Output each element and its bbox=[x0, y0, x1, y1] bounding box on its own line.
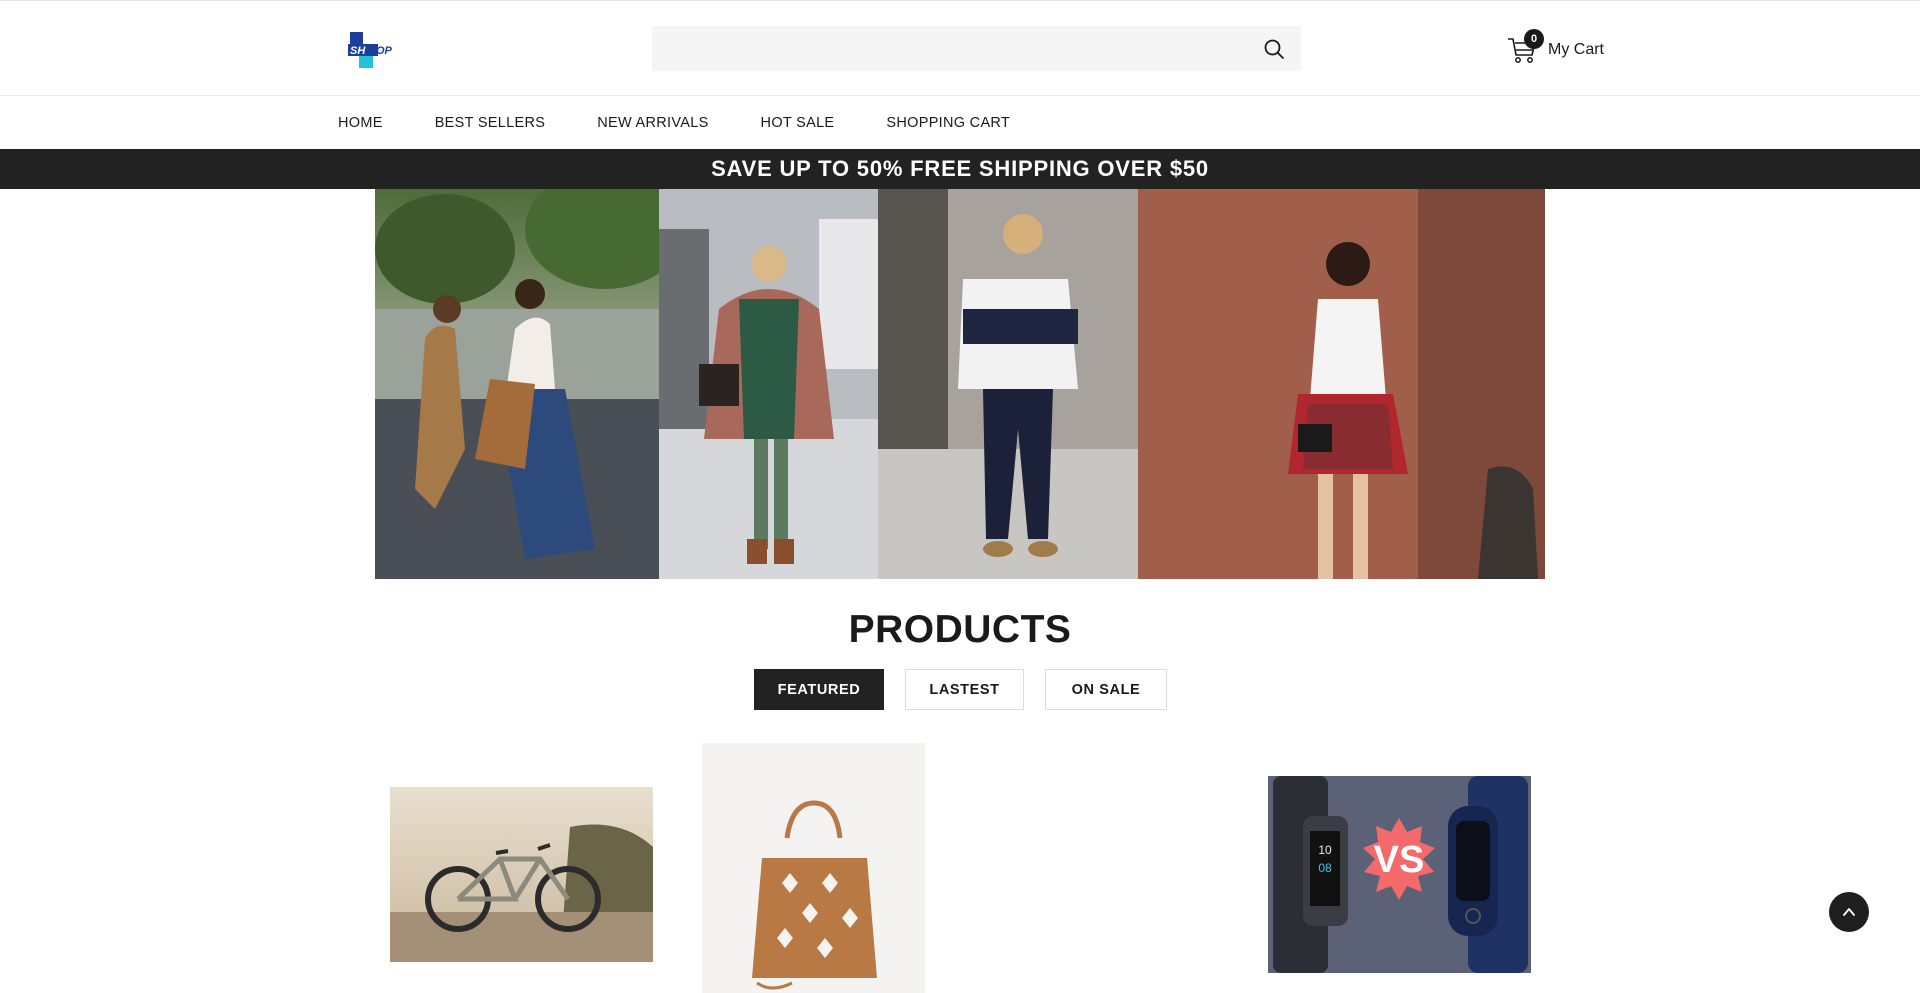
smartband-time-hour: 10 bbox=[1318, 843, 1332, 857]
hero-banner[interactable] bbox=[375, 189, 1545, 579]
logo-text-right: OP bbox=[376, 45, 393, 57]
cart-icon-wrap: 0 bbox=[1506, 29, 1544, 66]
main-nav: HOME BEST SELLERS NEW ARRIVALS HOT SALE … bbox=[0, 97, 1920, 149]
hero-photo-plaid-cape bbox=[659, 189, 878, 579]
promo-banner: SAVE UP TO 50% FREE SHIPPING OVER $50 bbox=[0, 149, 1920, 189]
shop-logo[interactable]: SH OP bbox=[346, 30, 398, 70]
site-header: SH OP 0 My Cart bbox=[0, 1, 1920, 96]
back-to-top-button[interactable] bbox=[1829, 892, 1869, 932]
nav-item-best-sellers[interactable]: BEST SELLERS bbox=[435, 115, 546, 131]
hero-photo-striped-tee bbox=[878, 189, 1138, 579]
cart-count-badge: 0 bbox=[1524, 29, 1544, 49]
tab-on-sale[interactable]: ON SALE bbox=[1045, 669, 1167, 710]
nav-item-new-arrivals[interactable]: NEW ARRIVALS bbox=[597, 115, 708, 131]
smartband-time-minute: 08 bbox=[1318, 861, 1332, 875]
tab-featured[interactable]: FEATURED bbox=[754, 669, 884, 710]
nav-item-shopping-cart[interactable]: SHOPPING CART bbox=[886, 115, 1010, 131]
hero-photo-plaid-skirt bbox=[1138, 189, 1545, 579]
tab-lastest[interactable]: LASTEST bbox=[905, 669, 1024, 710]
products-title: PRODUCTS bbox=[848, 608, 1072, 651]
nav-item-hot-sale[interactable]: HOT SALE bbox=[761, 115, 835, 131]
product-image-mountain-bike[interactable] bbox=[390, 787, 653, 962]
cart-label: My Cart bbox=[1548, 41, 1604, 58]
hero-photo-street-duo bbox=[375, 189, 659, 579]
product-image-leather-bag[interactable] bbox=[702, 743, 925, 993]
product-tabs: FEATURED LASTEST ON SALE bbox=[754, 669, 1188, 710]
logo-text-left: SH bbox=[350, 45, 366, 57]
chevron-up-icon bbox=[1843, 908, 1855, 916]
search-icon[interactable] bbox=[1263, 38, 1285, 60]
smartband-vs-badge: VS bbox=[1374, 839, 1425, 881]
cart-link[interactable]: 0 My Cart bbox=[1506, 29, 1604, 67]
search-bar bbox=[652, 26, 1301, 71]
search-input[interactable] bbox=[652, 26, 1232, 71]
product-image-smartband[interactable]: 10 08 VS bbox=[1268, 776, 1531, 973]
nav-item-home[interactable]: HOME bbox=[338, 115, 383, 131]
